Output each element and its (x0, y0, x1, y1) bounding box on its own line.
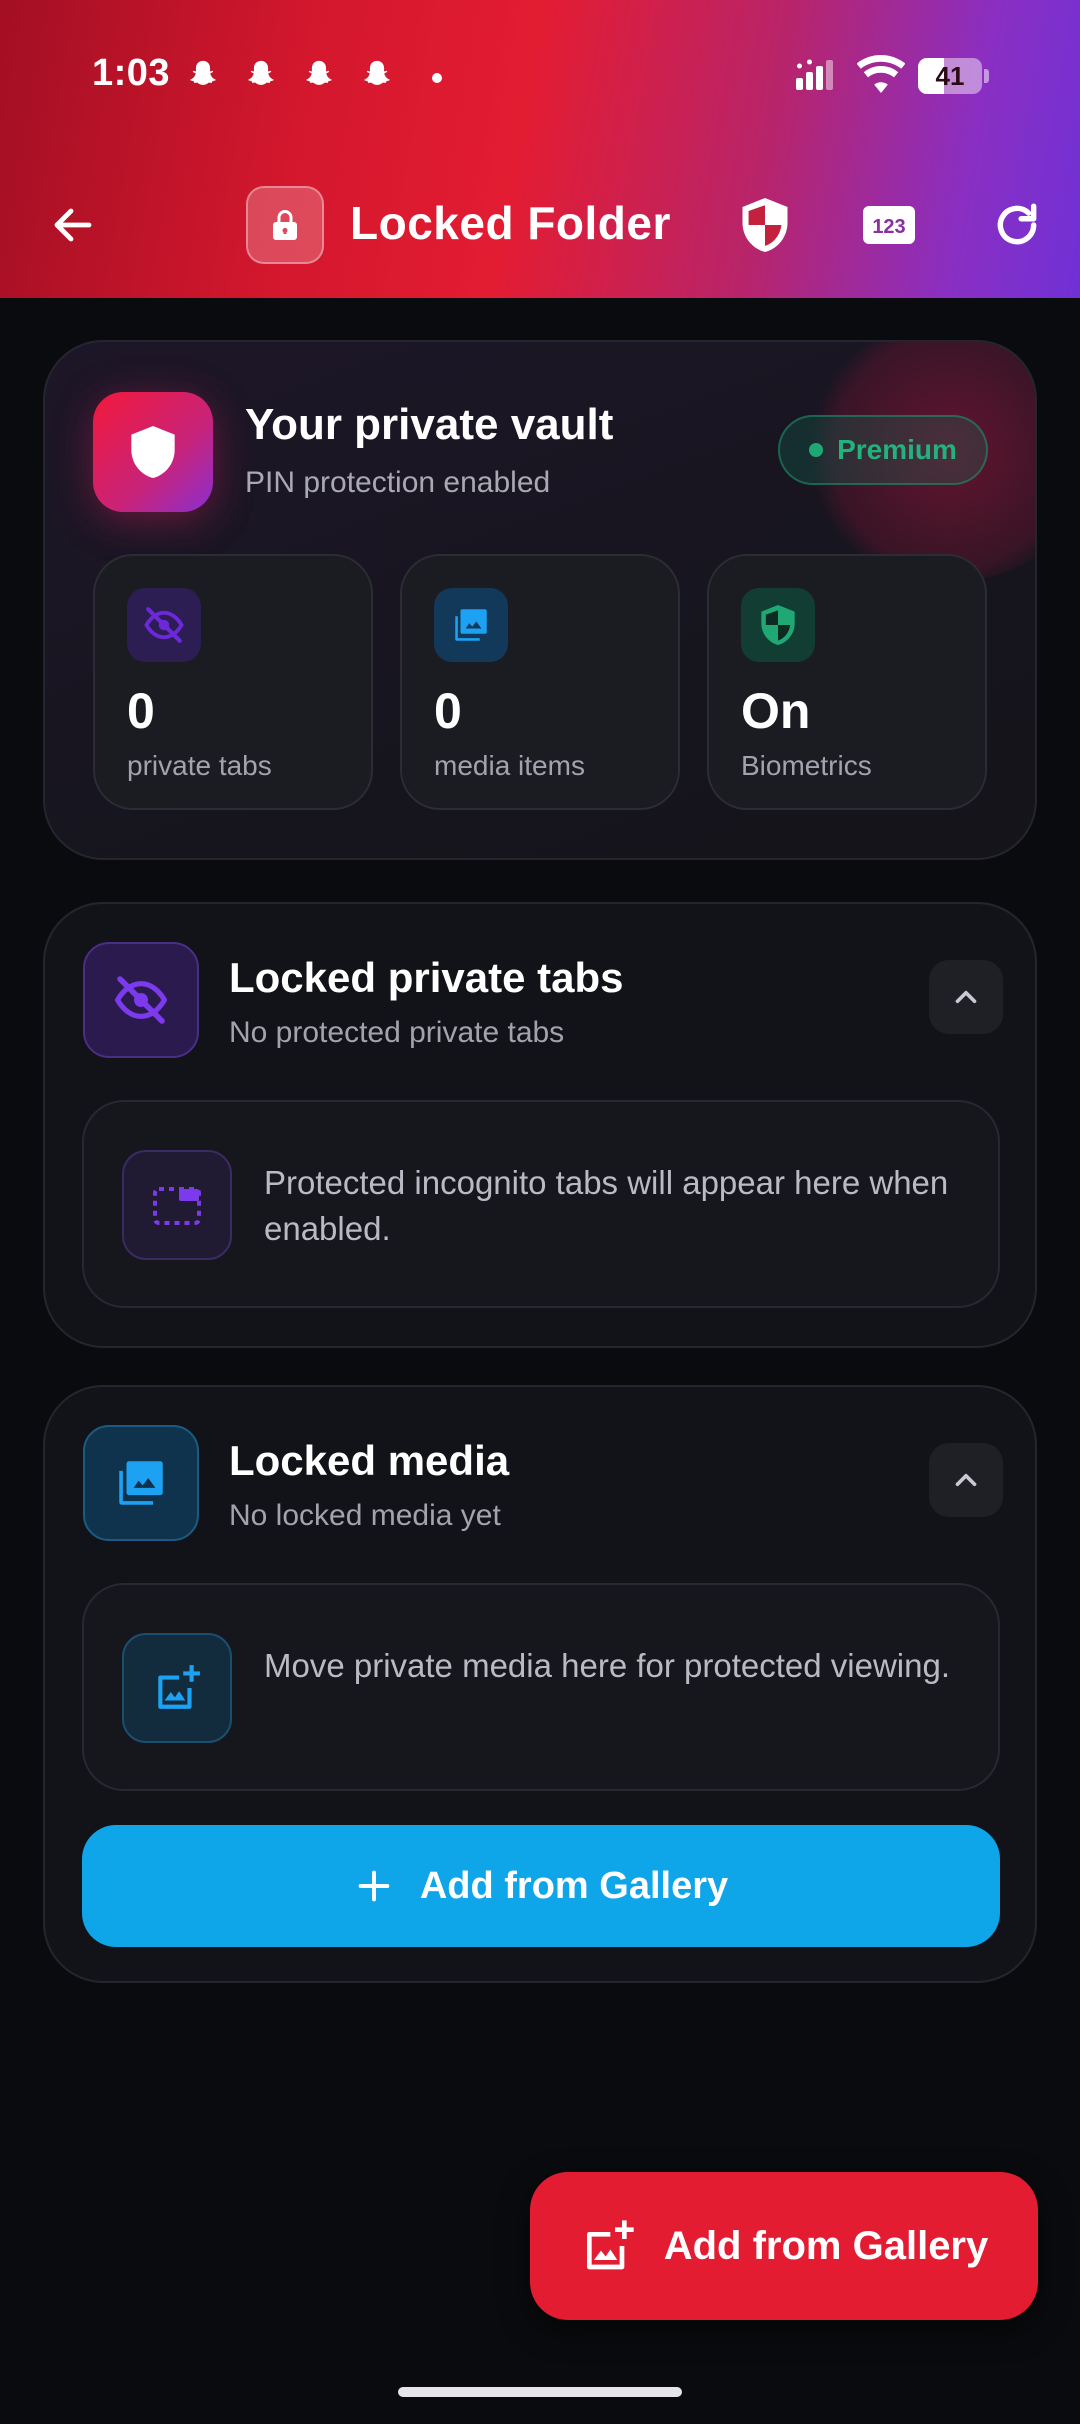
section-icon-badge (83, 942, 199, 1058)
signal-icon (796, 59, 833, 90)
collapse-tabs-button[interactable] (929, 960, 1003, 1034)
section-subtitle: No protected private tabs (229, 1016, 565, 1049)
locked-folder-screen: 1:03 41 Locked Folder 123 Your private v… (0, 0, 1080, 2424)
fab-label: Add from Gallery (663, 2223, 989, 2268)
eye-off-icon (114, 976, 168, 1024)
snapchat-ghost-icon (306, 60, 332, 85)
stat-media-items: 0 media items (400, 554, 680, 810)
lock-icon (273, 210, 297, 240)
button-label: Add from Gallery (419, 1864, 729, 1907)
refresh-icon (997, 203, 1037, 245)
locked-tabs-section: Locked private tabs No protected private… (43, 902, 1037, 1348)
status-time: 1:03 (92, 52, 171, 94)
add-from-gallery-fab[interactable]: Add from Gallery (530, 2172, 1038, 2320)
plus-icon (358, 1870, 390, 1902)
toolbar: Locked Folder 123 (0, 170, 1080, 280)
snapchat-ghost-icon (190, 60, 216, 85)
empty-state-text: Protected incognito tabs will appear her… (264, 1164, 949, 1247)
shield-icon (131, 426, 175, 478)
stat-value: 0 (127, 683, 155, 739)
app-header: 1:03 41 Locked Folder 123 (0, 0, 1080, 298)
notification-dot-icon (432, 73, 442, 83)
incognito-tab-icon (153, 1187, 201, 1225)
empty-state-icon-badge (122, 1150, 232, 1260)
battery-level: 41 (935, 61, 965, 91)
security-shield-button[interactable] (732, 192, 798, 258)
chevron-up-icon (955, 1473, 977, 1487)
home-indicator[interactable] (398, 2387, 682, 2397)
vault-shield-badge (93, 392, 213, 512)
vault-subtitle: PIN protection enabled (245, 466, 551, 499)
status-dot-icon (809, 443, 824, 457)
pin-keypad-button[interactable]: 123 (856, 192, 922, 258)
stat-label: media items (434, 750, 585, 781)
refresh-button[interactable] (984, 192, 1050, 258)
back-button[interactable] (40, 192, 106, 258)
stat-biometrics: On Biometrics (707, 554, 987, 810)
stat-icon-badge (741, 588, 815, 662)
photo-library-icon (455, 609, 487, 641)
section-icon-badge (83, 1425, 199, 1541)
eye-off-icon (144, 607, 184, 643)
empty-state: Move private media here for protected vi… (82, 1583, 1000, 1791)
empty-state: Protected incognito tabs will appear her… (82, 1100, 1000, 1308)
status-bar: 1:03 41 (0, 0, 1080, 150)
section-title: Locked media (229, 1437, 510, 1484)
keypad-label: 123 (872, 216, 905, 238)
vault-overview-card: Your private vault PIN protection enable… (43, 340, 1037, 860)
photo-library-icon (119, 1461, 163, 1505)
stat-private-tabs: 0 private tabs (93, 554, 373, 810)
premium-label: Premium (837, 434, 957, 465)
section-subtitle: No locked media yet (229, 1499, 501, 1532)
empty-state-icon-badge (122, 1633, 232, 1743)
shield-check-icon (761, 605, 795, 645)
snapchat-ghost-icon (248, 60, 274, 85)
empty-state-text: Move private media here for protected vi… (264, 1647, 951, 1684)
shield-icon (742, 198, 788, 252)
stat-icon-badge (434, 588, 508, 662)
add-from-gallery-button[interactable]: Add from Gallery (82, 1825, 1000, 1947)
premium-badge: Premium (778, 415, 988, 485)
wifi-icon (857, 55, 905, 93)
page-title: Locked Folder (350, 197, 671, 249)
lock-badge (246, 186, 324, 264)
numeric-keypad-icon: 123 (863, 206, 915, 244)
chevron-up-icon (955, 990, 977, 1004)
stat-label: Biometrics (741, 750, 872, 781)
stat-label: private tabs (127, 750, 272, 781)
back-arrow-icon (54, 208, 92, 242)
add-photo-icon (158, 1665, 200, 1709)
stat-value: 0 (434, 683, 462, 739)
vault-title: Your private vault (245, 400, 614, 449)
section-title: Locked private tabs (229, 954, 624, 1001)
add-photo-icon (586, 2220, 634, 2270)
stat-value: On (741, 683, 811, 739)
stat-icon-badge (127, 588, 201, 662)
snapchat-ghost-icon (364, 60, 390, 85)
battery-icon: 41 (918, 58, 990, 94)
collapse-media-button[interactable] (929, 1443, 1003, 1517)
locked-media-section: Locked media No locked media yet Move pr… (43, 1385, 1037, 1983)
